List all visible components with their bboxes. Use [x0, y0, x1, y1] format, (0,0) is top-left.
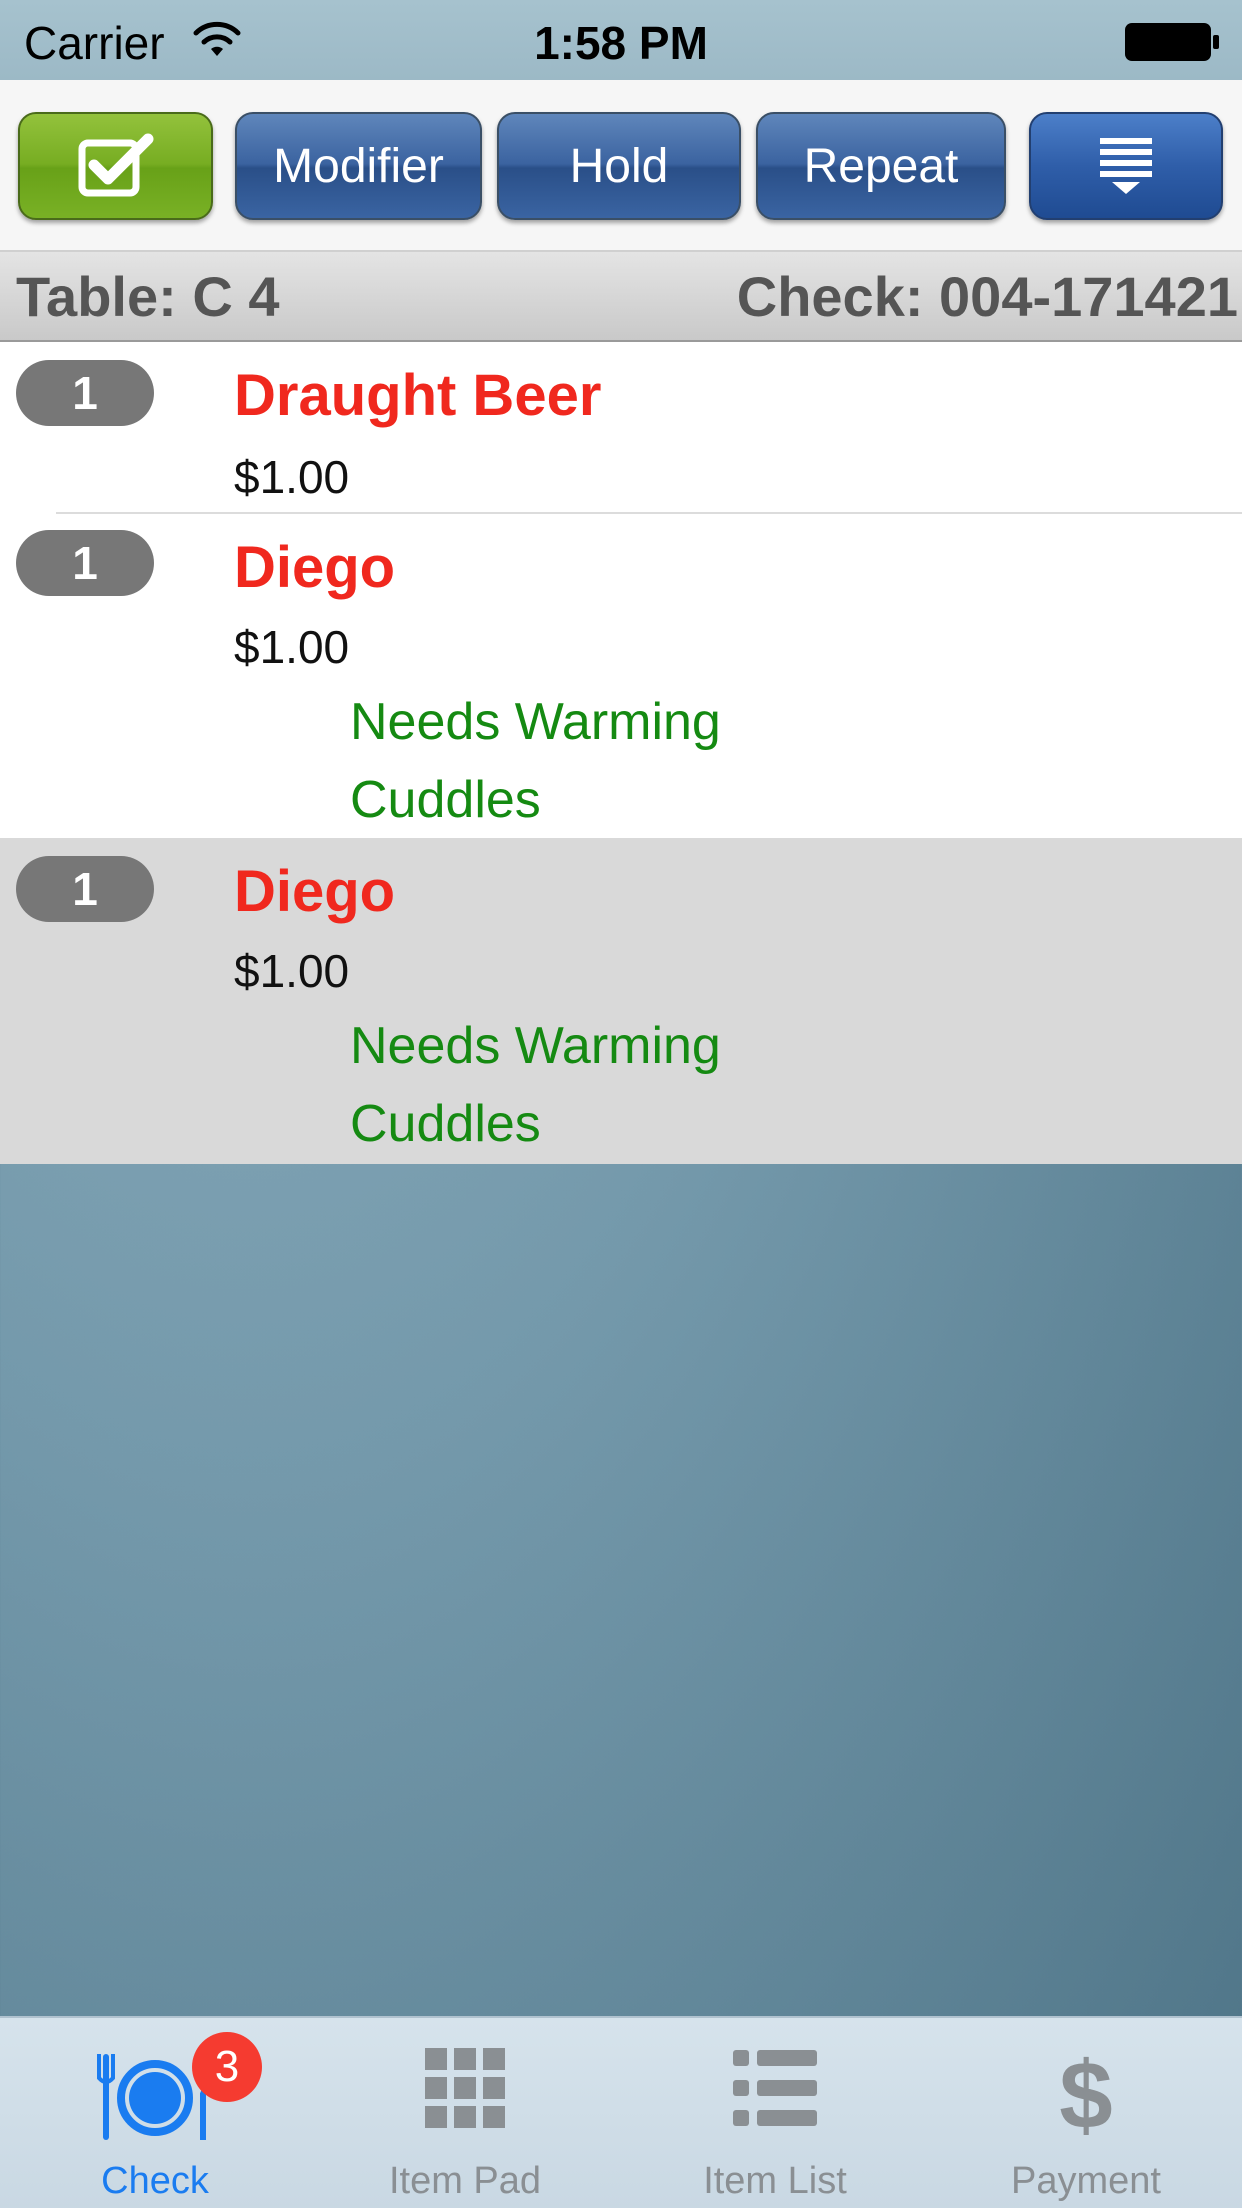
tab-check[interactable]: 3 Check	[0, 2018, 310, 2208]
item-name: Diego	[234, 859, 396, 924]
item-modifier: Cuddles	[350, 1095, 541, 1153]
svg-text:$: $	[1059, 2048, 1112, 2138]
status-time: 1:58 PM	[534, 17, 708, 69]
order-item-selected[interactable]: 1 Diego $1.00 Needs Warming Cuddles	[0, 838, 1242, 1164]
grid-icon	[425, 2048, 505, 2128]
toolbar: Modifier Hold Repeat	[0, 80, 1242, 250]
item-name: Draught Beer	[234, 363, 602, 428]
quantity-badge[interactable]: 1	[16, 530, 154, 596]
battery-icon	[1125, 23, 1219, 61]
order-item[interactable]: 1 Diego $1.00 Needs Warming Cuddles	[0, 514, 1242, 838]
confirm-button[interactable]	[18, 112, 213, 220]
modifier-button[interactable]: Modifier	[235, 112, 482, 220]
item-price: $1.00	[234, 621, 350, 673]
tab-item-pad[interactable]: Item Pad	[310, 2018, 620, 2208]
order-item[interactable]: 1 Draught Beer $1.00	[0, 342, 1242, 514]
menu-list-icon	[1100, 138, 1152, 194]
tab-label: Check	[101, 2160, 209, 2202]
quantity-badge[interactable]: 1	[16, 360, 154, 426]
check-number: Check: 004-171421	[736, 265, 1238, 328]
tab-bar: 3 Check Item Pad Item List $ Payment	[0, 2016, 1242, 2208]
tab-item-list[interactable]: Item List	[620, 2018, 930, 2208]
dollar-icon: $	[1059, 2048, 1112, 2138]
list-icon	[733, 2050, 817, 2126]
menu-button[interactable]	[1029, 112, 1223, 220]
item-price: $1.00	[234, 451, 350, 503]
tab-label: Item Pad	[388, 2160, 542, 2202]
item-modifier: Needs Warming	[350, 1017, 721, 1075]
check-count-badge: 3	[192, 2032, 262, 2102]
check-header: Table: C 4 Check: 004-171421	[0, 250, 1242, 342]
tab-payment[interactable]: $ Payment	[930, 2018, 1242, 2208]
item-price: $1.00	[234, 945, 350, 997]
repeat-button[interactable]: Repeat	[756, 112, 1006, 220]
item-name: Diego	[234, 535, 396, 600]
tab-label: Item List	[703, 2160, 847, 2202]
item-modifier: Needs Warming	[350, 693, 721, 751]
table-label: Table: C 4	[16, 265, 280, 328]
item-modifier: Cuddles	[350, 771, 541, 829]
tab-label: Payment	[1011, 2160, 1161, 2202]
checkbox-icon	[78, 133, 153, 197]
quantity-badge[interactable]: 1	[16, 856, 154, 922]
status-bar: Carrier 1:58 PM	[0, 0, 1242, 80]
hold-button[interactable]: Hold	[497, 112, 741, 220]
order-list: 1 Draught Beer $1.00 1 Diego $1.00 Needs…	[0, 342, 1242, 1164]
